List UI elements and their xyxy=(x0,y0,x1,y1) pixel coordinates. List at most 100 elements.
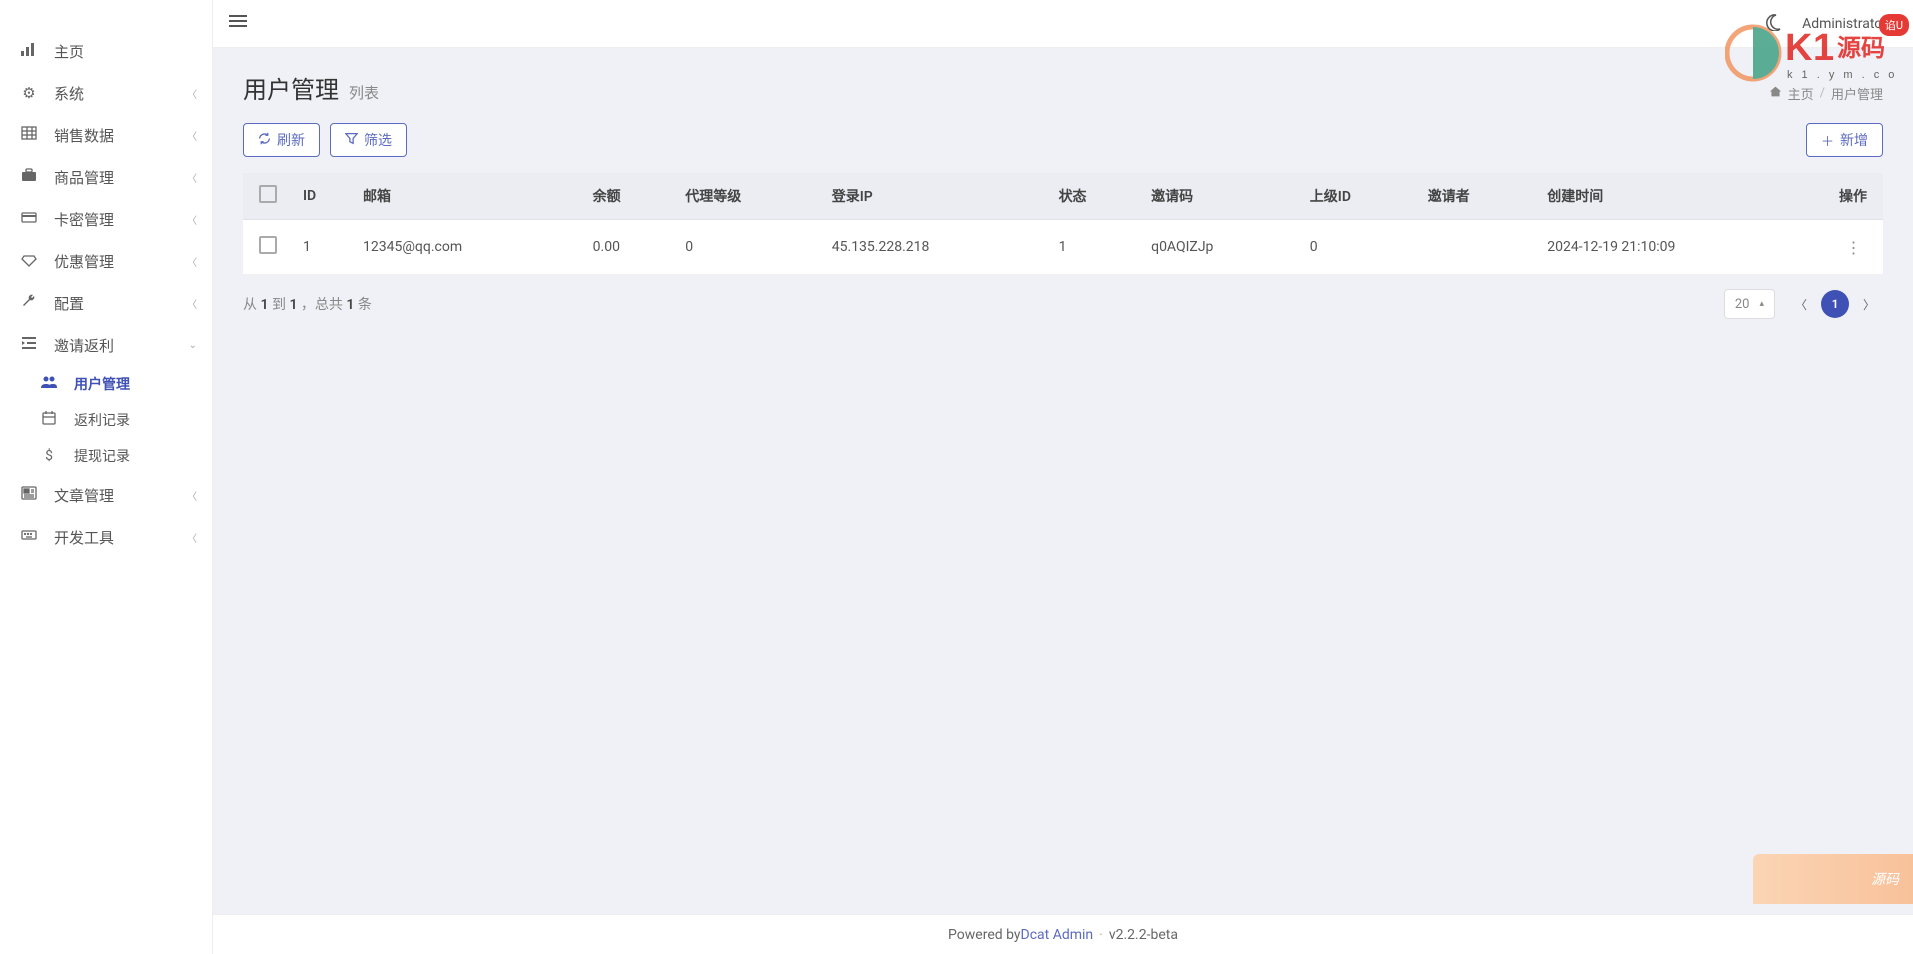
chevron-left-icon: 〈 xyxy=(187,530,197,545)
cell-login-ip: 45.135.228.218 xyxy=(822,220,1049,275)
footer: Powered by Dcat Admin · v2.2.2-beta xyxy=(213,914,1913,954)
table-header-row: ID 邮箱 余额 代理等级 登录IP 状态 邀请码 上级ID 邀请者 创建时间 … xyxy=(243,173,1883,220)
sidebar-item-label: 销售数据 xyxy=(54,125,187,146)
filter-button[interactable]: 筛选 xyxy=(330,123,407,157)
header-parent-id[interactable]: 上级ID xyxy=(1300,173,1418,220)
chevron-left-icon: 〈 xyxy=(187,86,197,101)
corner-watermark: 源码 xyxy=(1753,854,1913,904)
header-login-ip[interactable]: 登录IP xyxy=(822,173,1049,220)
cell-agent-level: 0 xyxy=(675,220,822,275)
toolbar: 刷新 筛选 ＋ 新增 xyxy=(213,115,1913,173)
sidebar-item-rebate[interactable]: 返利记录 xyxy=(20,402,212,438)
cell-id: 1 xyxy=(293,220,353,275)
filter-icon xyxy=(345,132,358,148)
breadcrumb-home[interactable]: 主页 xyxy=(1788,84,1814,103)
header-inviter[interactable]: 邀请者 xyxy=(1418,173,1538,220)
grid-icon xyxy=(18,125,40,145)
sidebar-item-label: 优惠管理 xyxy=(54,251,187,272)
cell-email: 12345@qq.com xyxy=(353,220,583,275)
sidebar-item-articles[interactable]: 文章管理 〈 xyxy=(0,474,212,516)
table-row[interactable]: 1 12345@qq.com 0.00 0 45.135.228.218 1 q… xyxy=(243,220,1883,275)
sidebar-item-dev[interactable]: 开发工具 〈 xyxy=(0,516,212,558)
add-button[interactable]: ＋ 新增 xyxy=(1806,123,1883,157)
sidebar-item-label: 文章管理 xyxy=(54,485,187,506)
pagination: 从 1 到 1 ，总共 1 条 20 ▴ 〈 1 〉 xyxy=(213,275,1913,319)
chevron-left-icon: 〈 xyxy=(187,128,197,143)
header-invite-code[interactable]: 邀请码 xyxy=(1141,173,1300,220)
header-status[interactable]: 状态 xyxy=(1049,173,1142,220)
footer-link[interactable]: Dcat Admin xyxy=(1021,927,1094,943)
notification-badge[interactable]: 谄U xyxy=(1879,14,1909,36)
filter-label: 筛选 xyxy=(364,130,392,150)
cell-inviter xyxy=(1418,220,1538,275)
sidebar-toggle[interactable] xyxy=(229,12,247,35)
cell-parent-id: 0 xyxy=(1300,220,1418,275)
app-root: 主页 ⚙ 系统 〈 销售数据 〈 商品管理 〈 卡密管理 〈 xyxy=(0,0,1913,954)
sidebar-item-home[interactable]: 主页 xyxy=(0,30,212,72)
caret-up-icon: ▴ xyxy=(1759,299,1764,309)
next-page[interactable]: 〉 xyxy=(1855,290,1883,318)
briefcase-icon xyxy=(18,167,40,187)
footer-powered: Powered by xyxy=(948,927,1021,943)
sidebar-item-products[interactable]: 商品管理 〈 xyxy=(0,156,212,198)
sidebar-item-users[interactable]: 用户管理 xyxy=(20,366,212,402)
header-agent-level[interactable]: 代理等级 xyxy=(675,173,822,220)
sidebar-item-config[interactable]: 配置 〈 xyxy=(0,282,212,324)
page-header: 用户管理 列表 主页 / 用户管理 xyxy=(213,48,1913,115)
pager: 〈 1 〉 xyxy=(1787,290,1883,318)
sidebar-item-invite[interactable]: 邀请返利 ⌄ xyxy=(0,324,212,366)
sidebar-submenu-invite: 用户管理 返利记录 $ 提现记录 xyxy=(0,366,212,474)
chevron-left-icon: 〈 xyxy=(187,170,197,185)
current-user[interactable]: Administrator xyxy=(1802,16,1887,32)
calendar-icon xyxy=(38,410,60,430)
sidebar-item-withdraw[interactable]: $ 提现记录 xyxy=(20,438,212,474)
sidebar-item-label: 主页 xyxy=(54,41,197,62)
dark-mode-toggle[interactable] xyxy=(1764,13,1782,35)
breadcrumb-sep: / xyxy=(1820,86,1825,101)
cell-created-at: 2024-12-19 21:10:09 xyxy=(1537,220,1823,275)
indent-icon xyxy=(18,335,40,355)
header-created-at[interactable]: 创建时间 xyxy=(1537,173,1823,220)
chevron-left-icon: 〈 xyxy=(187,296,197,311)
prev-page[interactable]: 〈 xyxy=(1787,290,1815,318)
header-email[interactable]: 邮箱 xyxy=(353,173,583,220)
users-icon xyxy=(38,374,60,394)
chevron-left-icon: 〈 xyxy=(187,254,197,269)
refresh-icon xyxy=(258,132,271,148)
select-all-checkbox[interactable] xyxy=(259,185,277,203)
news-icon xyxy=(18,485,40,505)
topbar: Administrator xyxy=(213,0,1913,48)
chevron-left-icon: 〈 xyxy=(187,488,197,503)
dollar-icon: $ xyxy=(38,448,60,464)
sidebar-item-label: 开发工具 xyxy=(54,527,187,548)
wrench-icon xyxy=(18,293,40,313)
page-size-value: 20 xyxy=(1735,297,1750,312)
sidebar-item-label: 系统 xyxy=(54,83,187,104)
header-checkbox xyxy=(243,173,293,220)
refresh-button[interactable]: 刷新 xyxy=(243,123,320,157)
page-1[interactable]: 1 xyxy=(1821,290,1849,318)
header-balance[interactable]: 余额 xyxy=(583,173,676,220)
sidebar-item-system[interactable]: ⚙ 系统 〈 xyxy=(0,72,212,114)
sidebar-item-label: 返利记录 xyxy=(74,410,197,430)
main: Administrator 用户管理 列表 主页 / 用户管理 刷新 xyxy=(213,0,1913,954)
page-size-select[interactable]: 20 ▴ xyxy=(1724,289,1775,319)
sidebar-item-sales[interactable]: 销售数据 〈 xyxy=(0,114,212,156)
sidebar-item-cards[interactable]: 卡密管理 〈 xyxy=(0,198,212,240)
plus-icon: ＋ xyxy=(1821,131,1834,150)
sidebar: 主页 ⚙ 系统 〈 销售数据 〈 商品管理 〈 卡密管理 〈 xyxy=(0,0,213,954)
header-operations: 操作 xyxy=(1823,173,1883,220)
row-checkbox[interactable] xyxy=(259,236,277,254)
row-actions-menu[interactable]: ⋮ xyxy=(1846,238,1861,257)
chevron-left-icon: 〈 xyxy=(187,212,197,227)
card-icon xyxy=(18,209,40,229)
keyboard-icon xyxy=(18,527,40,547)
page-subtitle: 列表 xyxy=(349,82,379,103)
page-title: 用户管理 xyxy=(243,70,339,105)
header-id[interactable]: ID xyxy=(293,173,353,220)
add-label: 新增 xyxy=(1840,130,1868,150)
sidebar-item-coupons[interactable]: 优惠管理 〈 xyxy=(0,240,212,282)
breadcrumb: 主页 / 用户管理 xyxy=(1769,84,1883,103)
refresh-label: 刷新 xyxy=(277,130,305,150)
diamond-icon xyxy=(18,251,40,271)
